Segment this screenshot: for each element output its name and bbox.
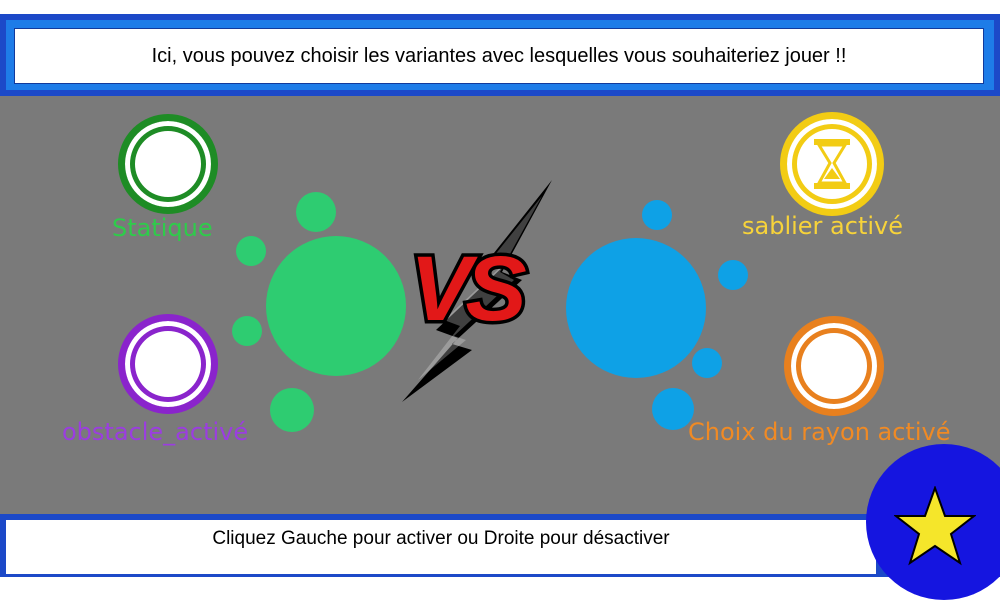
variant-choix-rayon[interactable]: Choix du rayon activé [688,312,988,452]
header-bar: Ici, vous pouvez choisir les variantes a… [0,14,1000,96]
header-text: Ici, vous pouvez choisir les variantes a… [151,44,847,67]
blue-bubble-2 [718,260,748,290]
variant-choix-rayon-ring[interactable] [784,316,884,416]
blue-bubble-1 [642,200,672,230]
variant-statique-label: Statique [112,214,213,242]
footer-panel: Cliquez Gauche pour activer ou Droite po… [6,520,876,574]
vs-emblem: VS [402,180,552,402]
variant-sablier[interactable]: sablier activé [742,104,932,244]
green-player-blob [266,236,406,376]
green-bubble-2 [236,236,266,266]
blue-bubble-3 [692,348,722,378]
variant-sablier-label: sablier activé [742,212,903,240]
header-panel: Ici, vous pouvez choisir les variantes a… [14,28,984,84]
footer-bar: Cliquez Gauche pour activer ou Droite po… [0,514,1000,577]
blue-player-blob [566,238,706,378]
hourglass-icon [814,139,850,189]
star-icon [894,486,976,566]
green-bubble-4 [270,388,314,432]
variant-obstacle-ring[interactable] [118,314,218,414]
footer-text: Cliquez Gauche pour activer ou Droite po… [212,528,670,549]
variant-choix-rayon-label: Choix du rayon activé [688,418,951,446]
variant-obstacle-label: obstacle_activé [62,418,249,446]
green-bubble-3 [232,316,262,346]
variant-statique[interactable]: Statique [112,104,232,242]
green-bubble-1 [296,192,336,232]
vs-text: VS [410,238,526,340]
variant-statique-ring[interactable] [118,114,218,214]
blue-bubble-4 [652,388,694,430]
